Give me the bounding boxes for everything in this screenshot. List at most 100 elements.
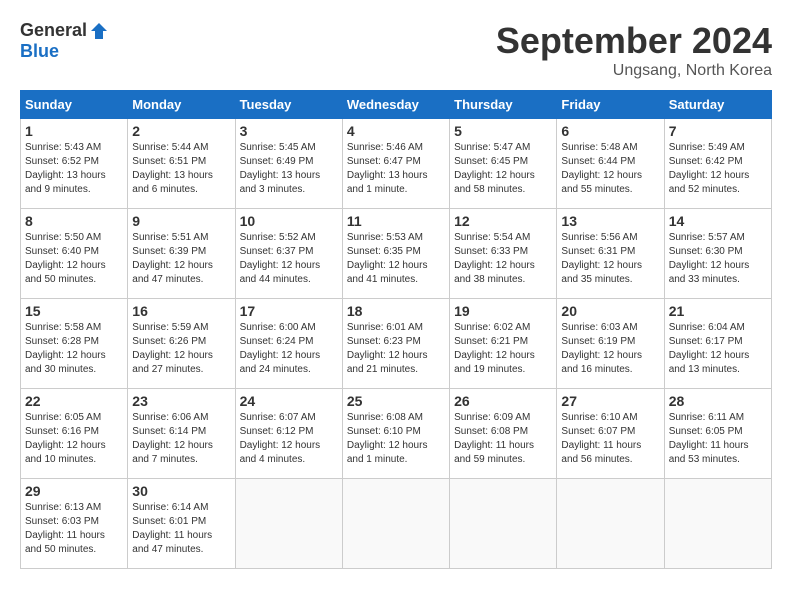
calendar-cell: 22 Sunrise: 6:05 AM Sunset: 6:16 PM Dayl… [21,389,128,479]
week-row-3: 15 Sunrise: 5:58 AM Sunset: 6:28 PM Dayl… [21,299,772,389]
calendar-cell: 1 Sunrise: 5:43 AM Sunset: 6:52 PM Dayli… [21,119,128,209]
day-number: 22 [25,393,123,409]
day-number: 28 [669,393,767,409]
day-info: Sunrise: 6:14 AM Sunset: 6:01 PM Dayligh… [132,501,230,557]
day-number: 5 [454,123,552,139]
day-info: Sunrise: 5:49 AM Sunset: 6:42 PM Dayligh… [669,141,767,197]
day-number: 2 [132,123,230,139]
calendar-cell: 29 Sunrise: 6:13 AM Sunset: 6:03 PM Dayl… [21,479,128,569]
day-info: Sunrise: 5:48 AM Sunset: 6:44 PM Dayligh… [561,141,659,197]
calendar-table: Sunday Monday Tuesday Wednesday Thursday… [20,90,772,569]
day-info: Sunrise: 5:58 AM Sunset: 6:28 PM Dayligh… [25,321,123,377]
day-info: Sunrise: 5:44 AM Sunset: 6:51 PM Dayligh… [132,141,230,197]
day-info: Sunrise: 6:08 AM Sunset: 6:10 PM Dayligh… [347,411,445,467]
calendar-cell: 7 Sunrise: 5:49 AM Sunset: 6:42 PM Dayli… [664,119,771,209]
day-number: 29 [25,483,123,499]
day-number: 19 [454,303,552,319]
calendar-cell [450,479,557,569]
calendar-cell: 15 Sunrise: 5:58 AM Sunset: 6:28 PM Dayl… [21,299,128,389]
logo-icon [89,21,109,41]
calendar-cell: 24 Sunrise: 6:07 AM Sunset: 6:12 PM Dayl… [235,389,342,479]
col-sunday: Sunday [21,91,128,119]
calendar-cell: 13 Sunrise: 5:56 AM Sunset: 6:31 PM Dayl… [557,209,664,299]
day-number: 15 [25,303,123,319]
day-number: 10 [240,213,338,229]
calendar-cell: 6 Sunrise: 5:48 AM Sunset: 6:44 PM Dayli… [557,119,664,209]
day-number: 3 [240,123,338,139]
calendar-cell: 4 Sunrise: 5:46 AM Sunset: 6:47 PM Dayli… [342,119,449,209]
day-number: 24 [240,393,338,409]
location-title: Ungsang, North Korea [496,62,772,80]
day-number: 16 [132,303,230,319]
day-number: 4 [347,123,445,139]
day-number: 7 [669,123,767,139]
day-info: Sunrise: 6:11 AM Sunset: 6:05 PM Dayligh… [669,411,767,467]
calendar-cell: 30 Sunrise: 6:14 AM Sunset: 6:01 PM Dayl… [128,479,235,569]
day-number: 8 [25,213,123,229]
calendar-cell: 23 Sunrise: 6:06 AM Sunset: 6:14 PM Dayl… [128,389,235,479]
day-info: Sunrise: 5:52 AM Sunset: 6:37 PM Dayligh… [240,231,338,287]
calendar-body: 1 Sunrise: 5:43 AM Sunset: 6:52 PM Dayli… [21,119,772,569]
calendar-cell: 2 Sunrise: 5:44 AM Sunset: 6:51 PM Dayli… [128,119,235,209]
day-number: 20 [561,303,659,319]
col-friday: Friday [557,91,664,119]
day-info: Sunrise: 5:47 AM Sunset: 6:45 PM Dayligh… [454,141,552,197]
day-info: Sunrise: 6:01 AM Sunset: 6:23 PM Dayligh… [347,321,445,377]
calendar-cell: 11 Sunrise: 5:53 AM Sunset: 6:35 PM Dayl… [342,209,449,299]
header: General Blue September 2024 Ungsang, Nor… [20,20,772,80]
day-number: 12 [454,213,552,229]
col-tuesday: Tuesday [235,91,342,119]
title-area: September 2024 Ungsang, North Korea [496,20,772,80]
calendar-cell: 17 Sunrise: 6:00 AM Sunset: 6:24 PM Dayl… [235,299,342,389]
day-number: 26 [454,393,552,409]
calendar-cell: 12 Sunrise: 5:54 AM Sunset: 6:33 PM Dayl… [450,209,557,299]
calendar-cell [664,479,771,569]
calendar-cell [235,479,342,569]
logo-general-text: General [20,20,87,41]
calendar-cell: 20 Sunrise: 6:03 AM Sunset: 6:19 PM Dayl… [557,299,664,389]
day-number: 1 [25,123,123,139]
calendar-cell: 28 Sunrise: 6:11 AM Sunset: 6:05 PM Dayl… [664,389,771,479]
calendar-cell: 21 Sunrise: 6:04 AM Sunset: 6:17 PM Dayl… [664,299,771,389]
day-info: Sunrise: 6:13 AM Sunset: 6:03 PM Dayligh… [25,501,123,557]
day-info: Sunrise: 5:45 AM Sunset: 6:49 PM Dayligh… [240,141,338,197]
day-info: Sunrise: 6:09 AM Sunset: 6:08 PM Dayligh… [454,411,552,467]
day-number: 25 [347,393,445,409]
day-number: 9 [132,213,230,229]
calendar-cell: 18 Sunrise: 6:01 AM Sunset: 6:23 PM Dayl… [342,299,449,389]
day-info: Sunrise: 6:00 AM Sunset: 6:24 PM Dayligh… [240,321,338,377]
day-number: 27 [561,393,659,409]
day-info: Sunrise: 5:50 AM Sunset: 6:40 PM Dayligh… [25,231,123,287]
logo: General Blue [20,20,109,62]
calendar-cell: 8 Sunrise: 5:50 AM Sunset: 6:40 PM Dayli… [21,209,128,299]
calendar-cell: 5 Sunrise: 5:47 AM Sunset: 6:45 PM Dayli… [450,119,557,209]
calendar-cell: 25 Sunrise: 6:08 AM Sunset: 6:10 PM Dayl… [342,389,449,479]
day-number: 14 [669,213,767,229]
calendar-cell: 10 Sunrise: 5:52 AM Sunset: 6:37 PM Dayl… [235,209,342,299]
week-row-1: 1 Sunrise: 5:43 AM Sunset: 6:52 PM Dayli… [21,119,772,209]
week-row-5: 29 Sunrise: 6:13 AM Sunset: 6:03 PM Dayl… [21,479,772,569]
col-monday: Monday [128,91,235,119]
logo-blue-text: Blue [20,41,59,62]
col-thursday: Thursday [450,91,557,119]
calendar-cell: 16 Sunrise: 5:59 AM Sunset: 6:26 PM Dayl… [128,299,235,389]
calendar-cell: 26 Sunrise: 6:09 AM Sunset: 6:08 PM Dayl… [450,389,557,479]
day-number: 6 [561,123,659,139]
calendar-cell: 14 Sunrise: 5:57 AM Sunset: 6:30 PM Dayl… [664,209,771,299]
day-info: Sunrise: 5:51 AM Sunset: 6:39 PM Dayligh… [132,231,230,287]
day-info: Sunrise: 6:05 AM Sunset: 6:16 PM Dayligh… [25,411,123,467]
day-info: Sunrise: 6:06 AM Sunset: 6:14 PM Dayligh… [132,411,230,467]
calendar-cell: 27 Sunrise: 6:10 AM Sunset: 6:07 PM Dayl… [557,389,664,479]
week-row-4: 22 Sunrise: 6:05 AM Sunset: 6:16 PM Dayl… [21,389,772,479]
day-info: Sunrise: 5:56 AM Sunset: 6:31 PM Dayligh… [561,231,659,287]
day-number: 21 [669,303,767,319]
day-info: Sunrise: 6:03 AM Sunset: 6:19 PM Dayligh… [561,321,659,377]
day-number: 30 [132,483,230,499]
day-info: Sunrise: 6:02 AM Sunset: 6:21 PM Dayligh… [454,321,552,377]
day-info: Sunrise: 5:43 AM Sunset: 6:52 PM Dayligh… [25,141,123,197]
calendar-cell: 3 Sunrise: 5:45 AM Sunset: 6:49 PM Dayli… [235,119,342,209]
day-info: Sunrise: 5:46 AM Sunset: 6:47 PM Dayligh… [347,141,445,197]
day-number: 13 [561,213,659,229]
day-info: Sunrise: 6:04 AM Sunset: 6:17 PM Dayligh… [669,321,767,377]
day-number: 17 [240,303,338,319]
